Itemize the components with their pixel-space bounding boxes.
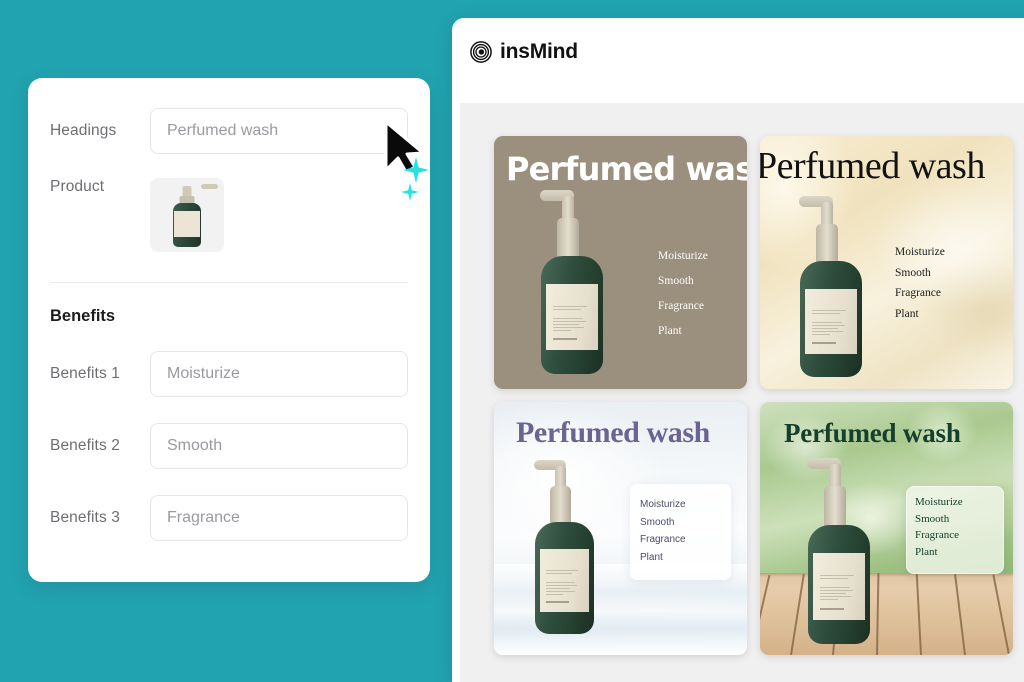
poster-4-title: Perfumed wash [784,418,961,448]
benefit-2-label: Benefits 2 [50,437,120,454]
poster-1-bottle-image [536,188,612,374]
poster-4-benefit-4: Plant [915,545,938,558]
poster-2-benefit-4: Plant [895,307,919,320]
poster-1-benefit-1: Moisturize [658,250,708,262]
brand-name: insMind [500,40,578,63]
benefit-1-input[interactable]: Moisturize [150,351,408,397]
poster-2-benefits: Moisturize Smooth Fragrance Plant [895,242,945,324]
poster-card-2[interactable]: Perfumed wash Moisturize Smooth Fragranc… [760,136,1013,389]
poster-card-4[interactable]: Perfumed wash Moisturize Smooth Fragranc… [760,402,1013,655]
wooden-deck-background [760,572,1013,655]
poster-4-benefit-3: Fragrance [915,529,959,541]
benefits-section-title: Benefits [50,307,116,325]
benefit-3-input[interactable]: Fragrance [150,495,408,541]
poster-1-benefit-3: Fragrance [658,300,704,312]
insmind-app-window: insMind Perfumed wash [452,18,1024,682]
form-top-section: Headings Perfumed wash Product [28,108,430,283]
poster-2-benefit-1: Moisturize [895,246,945,258]
headings-input[interactable]: Perfumed wash [150,108,408,154]
poster-3-benefits: Moisturize Smooth Fragrance Plant [640,496,686,566]
poster-3-benefit-2: Smooth [640,516,675,528]
benefit-3-label: Benefits 3 [50,509,120,526]
poster-4-bottle-image [804,456,880,644]
poster-4-benefit-1: Moisturize [915,496,963,508]
poster-grid: Perfumed wash [494,136,1013,655]
headings-field-row: Headings Perfumed wash [50,108,408,154]
poster-card-3[interactable]: Perfumed wash Moisturize Smooth Fragranc… [494,402,747,655]
arrow-pointer-icon [384,120,425,174]
benefit-3-row: Benefits 3 Fragrance [50,494,408,542]
poster-4-benefit-2: Smooth [915,512,950,525]
concentric-circles-icon [470,41,492,63]
benefit-2-row: Benefits 2 Smooth [50,422,408,470]
poster-2-title: Perfumed wash [760,145,985,187]
product-thumbnail[interactable] [150,178,224,252]
poster-canvas: Perfumed wash [460,103,1024,682]
benefit-2-input[interactable]: Smooth [150,423,408,469]
poster-2-benefit-2: Smooth [895,266,931,279]
product-form-panel: Headings Perfumed wash Product Benefits … [28,78,430,582]
poster-2-bottle-image [796,194,872,377]
benefit-1-row: Benefits 1 Moisturize [50,350,408,398]
poster-3-benefit-3: Fragrance [640,534,686,546]
poster-3-benefit-1: Moisturize [640,499,686,510]
poster-1-benefits: Moisturize Smooth Fragrance Plant [658,244,708,344]
poster-2-benefit-3: Fragrance [895,287,941,299]
poster-3-bottle-image [531,458,603,634]
poster-1-benefit-4: Plant [658,325,682,337]
poster-1-benefit-2: Smooth [658,275,694,287]
poster-1-title: Perfumed wash [506,150,747,188]
poster-3-benefit-4: Plant [640,551,663,563]
product-field-row: Product [50,178,408,252]
product-label: Product [50,178,105,195]
brand-logo[interactable]: insMind [470,40,578,64]
headings-label: Headings [50,122,117,139]
section-divider [50,282,408,283]
poster-3-title: Perfumed wash [516,416,710,449]
app-header: insMind [452,18,1024,86]
benefits-field-list: Benefits 1 Moisturize Benefits 2 Smooth … [28,350,430,542]
poster-4-benefits: Moisturize Smooth Fragrance Plant [915,494,963,560]
poster-card-1[interactable]: Perfumed wash [494,136,747,389]
benefit-1-label: Benefits 1 [50,365,120,382]
